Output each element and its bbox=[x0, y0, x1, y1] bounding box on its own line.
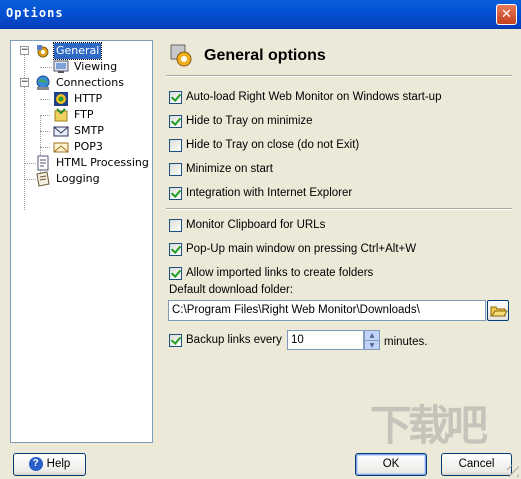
folder-open-icon bbox=[490, 306, 508, 317]
help-button-label: Help bbox=[46, 458, 71, 470]
html-processing-icon bbox=[35, 155, 51, 171]
pop3-icon bbox=[53, 139, 69, 155]
cancel-button[interactable]: Cancel bbox=[441, 453, 512, 476]
option-label: Hide to Tray on close (do not Exit) bbox=[186, 139, 360, 151]
http-icon bbox=[53, 91, 69, 107]
option-label: Pop-Up main window on pressing Ctrl+Alt+… bbox=[186, 243, 417, 255]
option-popup-hotkey[interactable]: Pop-Up main window on pressing Ctrl+Alt+… bbox=[169, 241, 416, 257]
collapse-connections-toggle[interactable]: − bbox=[20, 78, 29, 87]
tree-item-viewing[interactable]: Viewing bbox=[53, 59, 119, 75]
option-ie-integration[interactable]: Integration with Internet Explorer bbox=[169, 185, 352, 201]
tree-item-general[interactable]: General bbox=[35, 42, 103, 60]
ie-integration-checkbox[interactable] bbox=[169, 186, 182, 200]
option-label: Backup links every bbox=[186, 334, 282, 346]
resize-grip[interactable] bbox=[507, 465, 519, 477]
tree-item-label: FTP bbox=[74, 108, 94, 121]
option-label: Integration with Internet Explorer bbox=[186, 187, 353, 199]
hide-on-close-checkbox[interactable] bbox=[169, 138, 182, 152]
watermark: 下载吧 bbox=[370, 401, 488, 450]
option-monitor-clipboard[interactable]: Monitor Clipboard for URLs bbox=[169, 217, 325, 233]
logging-icon bbox=[35, 171, 51, 187]
collapse-general-toggle[interactable]: − bbox=[20, 46, 29, 55]
ok-button-label: OK bbox=[382, 458, 400, 470]
general-settings-icon bbox=[35, 43, 51, 59]
title-bar: Options ✕ bbox=[0, 0, 521, 29]
option-autoload[interactable]: Auto-load Right Web Monitor on Windows s… bbox=[169, 89, 441, 105]
tree-item-label: SMTP bbox=[74, 124, 104, 137]
close-button[interactable]: ✕ bbox=[496, 4, 517, 25]
globe-network-icon bbox=[35, 75, 51, 91]
tree-item-label: Logging bbox=[56, 172, 100, 185]
option-label: Hide to Tray on minimize bbox=[186, 115, 313, 127]
tree-item-pop3[interactable]: POP3 bbox=[53, 139, 105, 155]
popup-hotkey-checkbox[interactable] bbox=[169, 242, 182, 256]
window-title: Options bbox=[6, 6, 64, 20]
monitor-clipboard-checkbox[interactable] bbox=[169, 218, 182, 232]
cancel-button-label: Cancel bbox=[458, 458, 495, 470]
backup-unit-label: minutes. bbox=[384, 336, 428, 348]
spin-down-icon[interactable]: ▼ bbox=[365, 341, 379, 350]
help-button[interactable]: ? Help bbox=[13, 453, 86, 476]
page-title: General options bbox=[204, 47, 326, 64]
monitor-icon bbox=[53, 59, 69, 75]
download-folder-label: Default download folder: bbox=[169, 284, 294, 296]
option-label: Monitor Clipboard for URLs bbox=[186, 219, 326, 231]
close-icon: ✕ bbox=[501, 7, 512, 22]
option-label: Auto-load Right Web Monitor on Windows s… bbox=[186, 91, 442, 103]
backup-interval-input[interactable]: 10 bbox=[287, 330, 364, 350]
general-options-icon bbox=[170, 44, 194, 68]
help-icon: ? bbox=[28, 456, 43, 471]
tree-item-label: HTML Processing bbox=[56, 156, 149, 169]
section-divider bbox=[166, 208, 512, 210]
option-label: Allow imported links to create folders bbox=[186, 267, 374, 279]
imported-links-folders-checkbox[interactable] bbox=[169, 266, 182, 280]
option-backup-links[interactable]: Backup links every bbox=[169, 332, 282, 348]
tree-item-html-processing[interactable]: HTML Processing bbox=[35, 155, 151, 171]
download-folder-input[interactable]: C:\Program Files\Right Web Monitor\Downl… bbox=[168, 300, 486, 321]
hide-on-minimize-checkbox[interactable] bbox=[169, 114, 182, 128]
tree-item-connections[interactable]: Connections bbox=[35, 75, 126, 91]
tree-item-smtp[interactable]: SMTP bbox=[53, 123, 106, 139]
tree-item-label: Connections bbox=[56, 76, 124, 89]
backup-interval-spinner[interactable]: ▲ ▼ bbox=[364, 330, 380, 350]
option-imported-links-folders[interactable]: Allow imported links to create folders bbox=[169, 265, 373, 281]
option-label: Minimize on start bbox=[186, 163, 273, 175]
browse-folder-button[interactable] bbox=[487, 300, 509, 321]
header-divider bbox=[166, 75, 512, 77]
tree-item-logging[interactable]: Logging bbox=[35, 171, 102, 187]
ftp-icon bbox=[53, 107, 69, 123]
backup-links-checkbox[interactable] bbox=[169, 333, 182, 347]
option-hide-on-close[interactable]: Hide to Tray on close (do not Exit) bbox=[169, 137, 359, 153]
tree-item-label: POP3 bbox=[74, 140, 103, 153]
tree-item-ftp[interactable]: FTP bbox=[53, 107, 96, 123]
tree-item-http[interactable]: HTTP bbox=[53, 91, 104, 107]
options-tree[interactable]: − − General Viewing Connections HTTP FTP bbox=[10, 40, 153, 443]
option-minimize-on-start[interactable]: Minimize on start bbox=[169, 161, 273, 177]
spin-up-icon[interactable]: ▲ bbox=[365, 331, 379, 341]
autoload-checkbox[interactable] bbox=[169, 90, 182, 104]
minimize-on-start-checkbox[interactable] bbox=[169, 162, 182, 176]
tree-item-label: HTTP bbox=[74, 92, 103, 105]
option-hide-on-minimize[interactable]: Hide to Tray on minimize bbox=[169, 113, 313, 129]
tree-item-label: General bbox=[52, 42, 103, 60]
ok-button[interactable]: OK bbox=[355, 453, 427, 476]
smtp-icon bbox=[53, 123, 69, 139]
tree-item-label: Viewing bbox=[74, 60, 118, 73]
